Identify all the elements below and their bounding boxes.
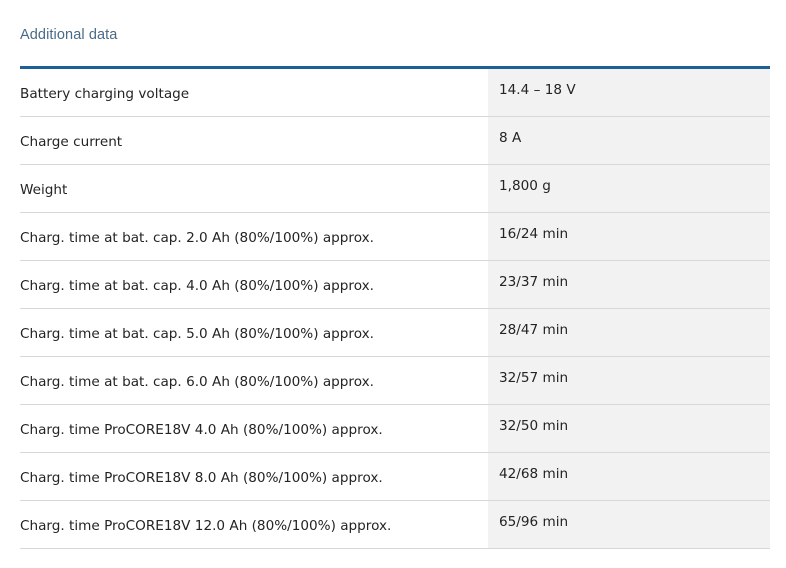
section-title: Additional data: [20, 27, 118, 43]
spec-value: 23/37 min: [488, 261, 770, 308]
spec-row-charge-time-5ah: Charg. time at bat. cap. 5.0 Ah (80%/100…: [20, 309, 770, 357]
spec-row-charge-time-2ah: Charg. time at bat. cap. 2.0 Ah (80%/100…: [20, 213, 770, 261]
spec-value: 65/96 min: [488, 501, 770, 548]
spec-row-charge-time-procore-8ah: Charg. time ProCORE18V 8.0 Ah (80%/100%)…: [20, 453, 770, 501]
spec-label: Charg. time at bat. cap. 4.0 Ah (80%/100…: [20, 277, 374, 294]
spec-value: 8 A: [488, 117, 770, 164]
spec-label: Weight: [20, 181, 68, 198]
spec-label: Charg. time at bat. cap. 6.0 Ah (80%/100…: [20, 373, 374, 390]
spec-row-charge-current: Charge current 8 A: [20, 117, 770, 165]
spec-value: 28/47 min: [488, 309, 770, 356]
spec-value: 42/68 min: [488, 453, 770, 500]
additional-data-section: Additional data Battery charging voltage…: [0, 0, 786, 568]
spec-row-charge-time-procore-4ah: Charg. time ProCORE18V 4.0 Ah (80%/100%)…: [20, 405, 770, 453]
spec-value: 16/24 min: [488, 213, 770, 260]
spec-label: Charg. time at bat. cap. 5.0 Ah (80%/100…: [20, 325, 374, 342]
spec-label: Battery charging voltage: [20, 85, 190, 102]
spec-row-charge-time-6ah: Charg. time at bat. cap. 6.0 Ah (80%/100…: [20, 357, 770, 405]
spec-label: Charg. time ProCORE18V 12.0 Ah (80%/100%…: [20, 517, 392, 534]
spec-table: Battery charging voltage 14.4 – 18 V Cha…: [20, 66, 770, 549]
spec-value: 14.4 – 18 V: [488, 69, 770, 116]
spec-value: 32/50 min: [488, 405, 770, 452]
spec-row-charge-time-4ah: Charg. time at bat. cap. 4.0 Ah (80%/100…: [20, 261, 770, 309]
spec-value: 1,800 g: [488, 165, 770, 212]
spec-label: Charge current: [20, 133, 123, 150]
spec-label: Charg. time ProCORE18V 4.0 Ah (80%/100%)…: [20, 421, 383, 438]
spec-label: Charg. time at bat. cap. 2.0 Ah (80%/100…: [20, 229, 374, 246]
spec-label: Charg. time ProCORE18V 8.0 Ah (80%/100%)…: [20, 469, 383, 486]
spec-row-charge-time-procore-12ah: Charg. time ProCORE18V 12.0 Ah (80%/100%…: [20, 501, 770, 549]
spec-row-battery-charging-voltage: Battery charging voltage 14.4 – 18 V: [20, 69, 770, 117]
spec-row-weight: Weight 1,800 g: [20, 165, 770, 213]
spec-value: 32/57 min: [488, 357, 770, 404]
